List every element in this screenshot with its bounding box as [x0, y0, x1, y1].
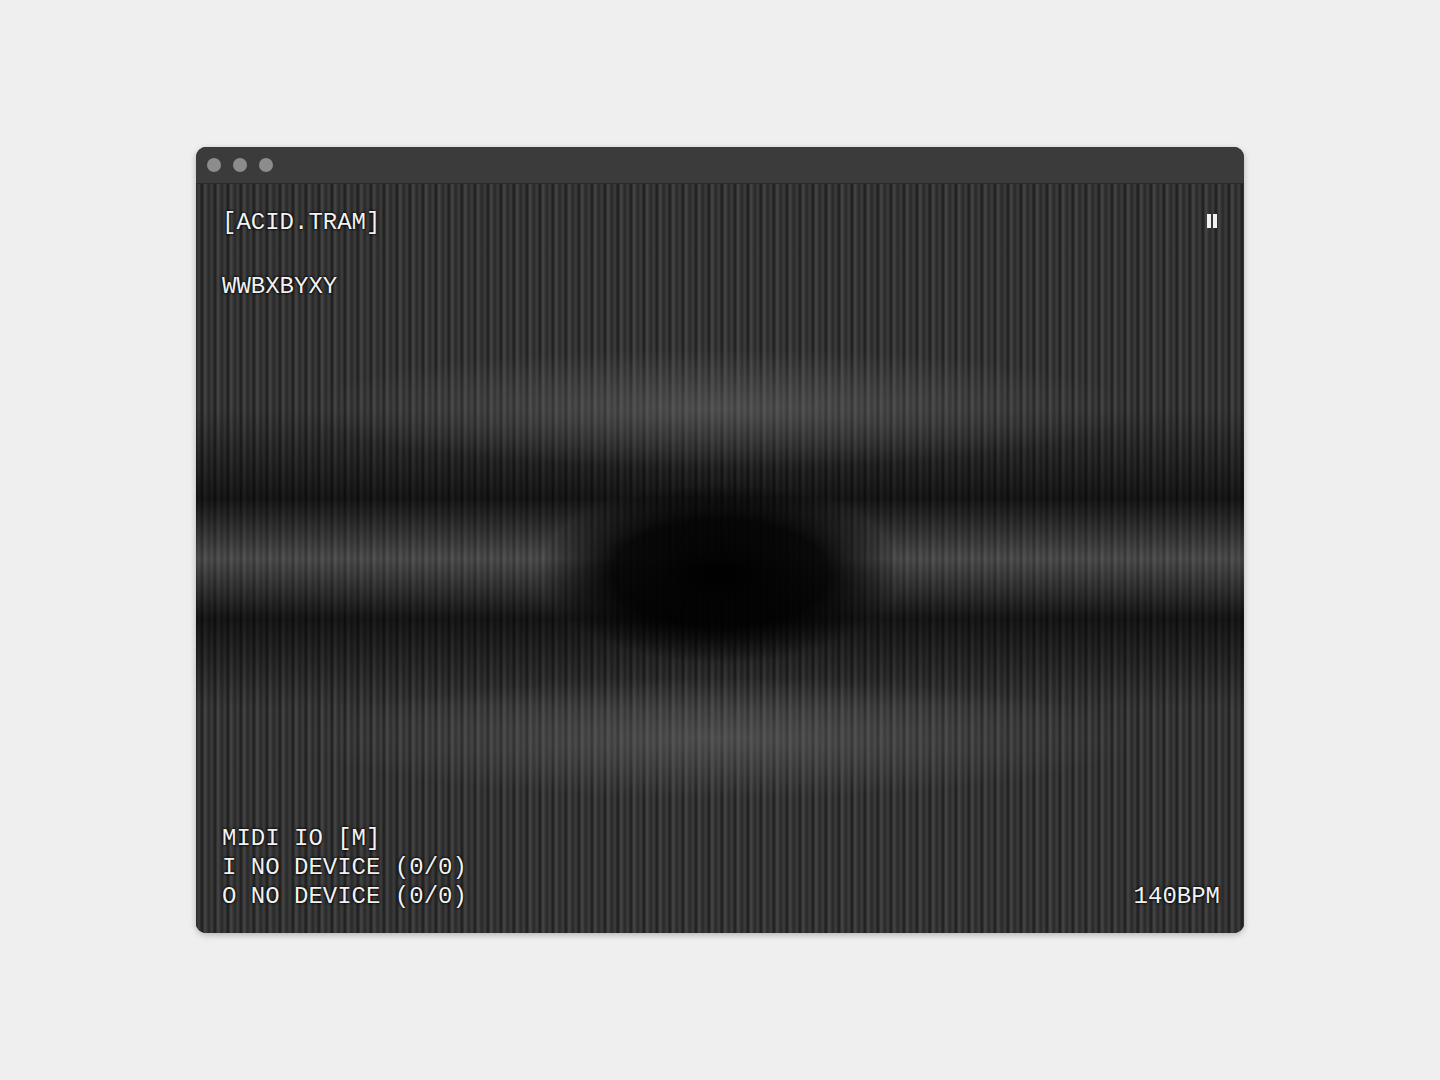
midi-port: O NO DEVICE (0/0): [222, 882, 467, 911]
header: [ACID.TRAM] WWBXBYXY: [222, 208, 380, 302]
pause-icon[interactable]: [1206, 214, 1218, 228]
visual-stage: [ACID.TRAM] WWBXBYXY MIDI IO [M]I NO DEVIC…: [196, 184, 1244, 933]
minimize-dot[interactable]: [233, 158, 247, 172]
page: [ACID.TRAM] WWBXBYXY MIDI IO [M]I NO DEVIC…: [0, 0, 1440, 1080]
close-dot[interactable]: [207, 158, 221, 172]
app-window: [ACID.TRAM] WWBXBYXY MIDI IO [M]I NO DEVIC…: [196, 147, 1244, 933]
bottom-row: MIDI IO [M]I NO DEVICE (0/0)O NO DEVICE …: [222, 824, 1220, 911]
midi-port: I NO DEVICE (0/0): [222, 853, 467, 882]
pattern-label: WWBXBYXY: [222, 272, 380, 302]
play-pause-button[interactable]: [1204, 208, 1220, 234]
app-title: [ACID.TRAM]: [222, 208, 380, 238]
tempo-label: 140BPM: [1134, 882, 1220, 911]
midi-heading[interactable]: MIDI IO [M]: [222, 824, 467, 853]
midi-status: MIDI IO [M]I NO DEVICE (0/0)O NO DEVICE …: [222, 824, 467, 911]
top-row: [ACID.TRAM] WWBXBYXY: [222, 208, 1220, 302]
zoom-dot[interactable]: [259, 158, 273, 172]
title-bar[interactable]: [196, 147, 1244, 184]
